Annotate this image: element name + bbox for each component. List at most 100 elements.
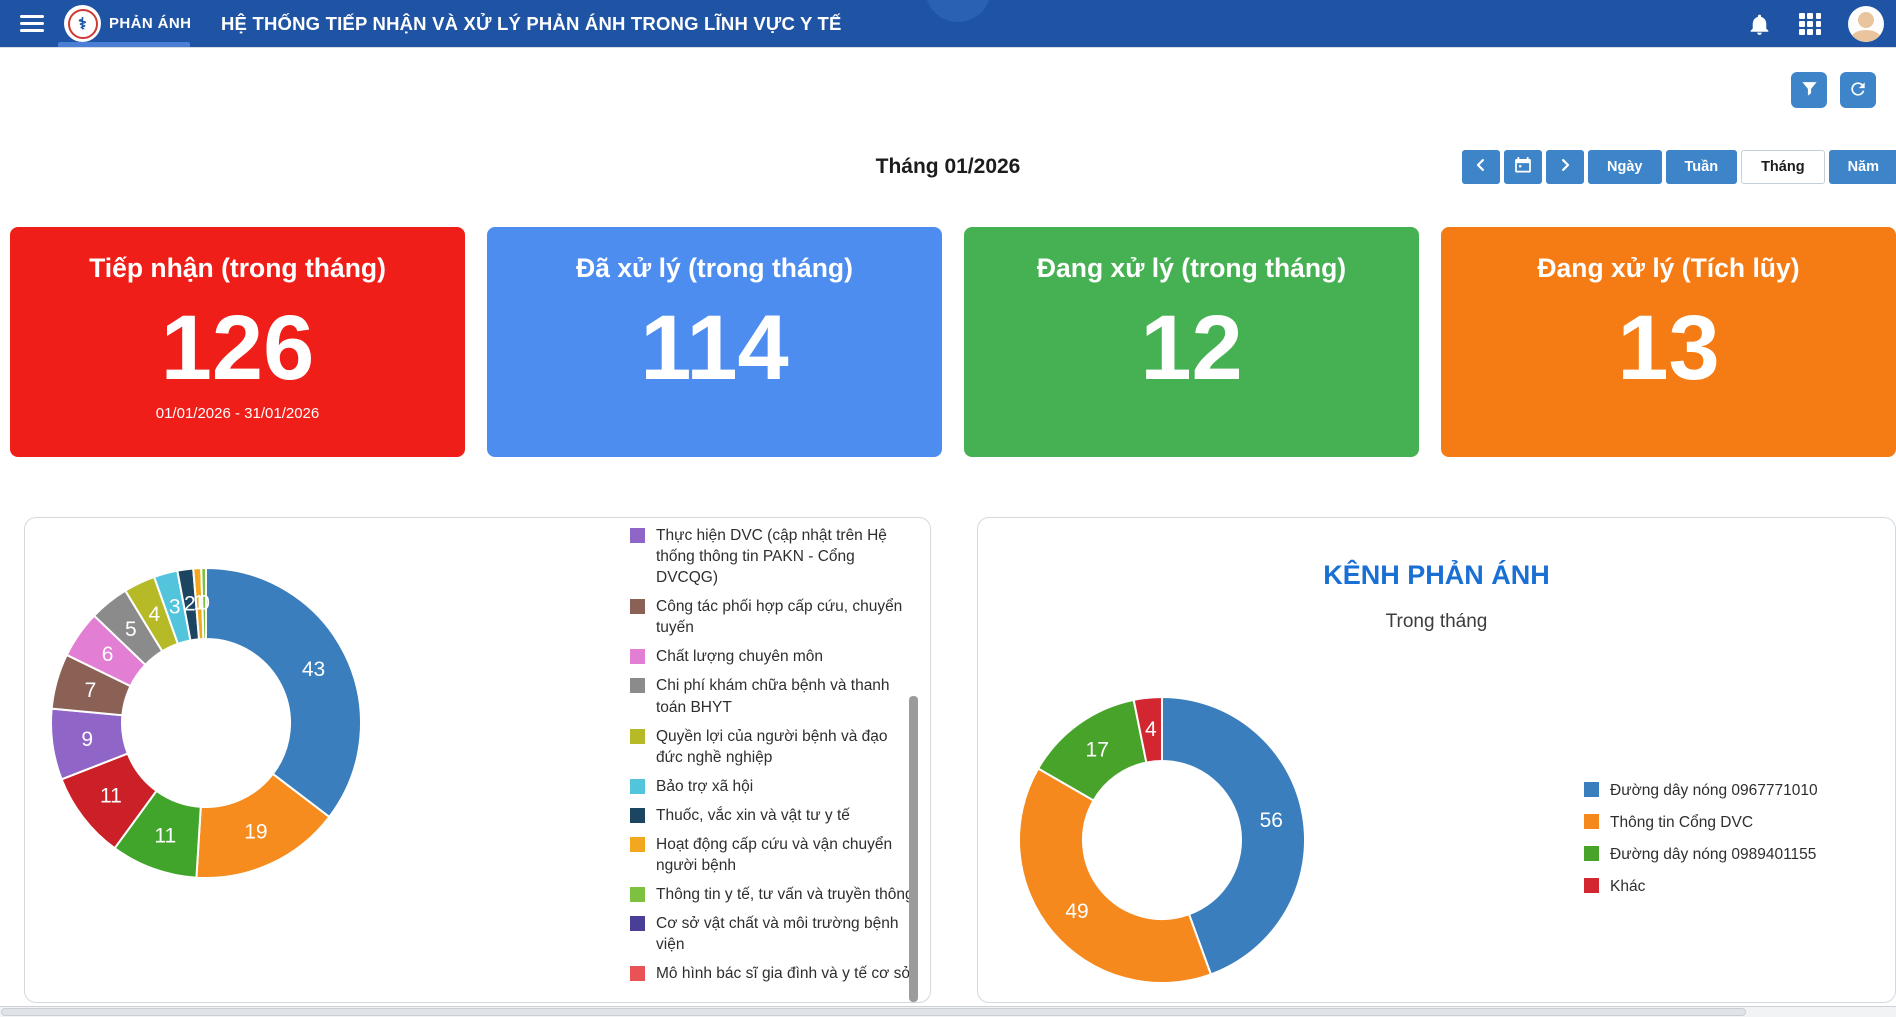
pie-slice-label: 11 [154,824,176,847]
pie-slice-label: 19 [244,821,267,844]
legend-item[interactable]: Thuốc, vắc xin và vật tư y tế [630,805,918,826]
legend-swatch-icon [630,916,645,931]
period-mode-button[interactable]: Ngày [1588,150,1661,184]
pie-slice-label: 9 [81,728,93,751]
avatar[interactable] [1848,6,1884,42]
legend-item[interactable]: Thông tin y tế, tư vấn và truyền thông [630,884,918,905]
legend-item[interactable]: Cơ sở vật chất và môi trường bệnh viện [630,913,918,955]
legend-item[interactable]: Đường dây nóng 0989401155 [1584,844,1818,865]
legend-label: Thuốc, vắc xin và vật tư y tế [656,805,850,826]
pie-slice-label: 11 [100,785,122,808]
pie-slice-label: 43 [302,658,325,681]
pie-slice-label: 3 [169,596,181,619]
pie-slice-label: 4 [149,603,161,626]
legend-swatch-icon [630,729,645,744]
bell-icon[interactable] [1747,12,1772,37]
legend-label: Chi phí khám chữa bệnh và thanh toán BHY… [656,675,918,717]
legend-item[interactable]: Chất lượng chuyên môn [630,646,918,667]
stat-cards-row: Tiếp nhận (trong tháng) 126 01/01/2026 - 3… [10,227,1896,457]
legend-swatch-icon [1584,878,1599,893]
refresh-icon [1848,79,1868,102]
stat-card-title: Đã xử lý (trong tháng) [487,253,942,284]
stat-card-subtitle: 01/01/2026 - 31/01/2026 [10,405,465,423]
legend-swatch-icon [630,808,645,823]
legend-swatch-icon [1584,846,1599,861]
channel-chart-card: KÊNH PHẢN ÁNH Trong tháng 5649174 Đường … [977,517,1896,1003]
legend-swatch-icon [630,649,645,664]
app-title: HỆ THỐNG TIẾP NHẬN VÀ XỬ LÝ PHẢN ÁNH TRO… [221,0,842,48]
horizontal-scrollbar-thumb[interactable] [1,1008,1746,1016]
toolbar [1791,72,1876,108]
pie-slice-label: 7 [85,679,97,702]
legend-swatch-icon [1584,814,1599,829]
stat-card-title: Tiếp nhận (trong tháng) [10,253,465,284]
pie-slice-label: 6 [102,643,114,666]
period-next-button[interactable] [1546,150,1584,184]
legend-label: Đường dây nóng 0967771010 [1610,780,1818,801]
pie-slice-label: 17 [1086,738,1109,761]
refresh-button[interactable] [1840,72,1876,108]
legend-label: Thông tin Cổng DVC [1610,812,1753,833]
legend-label: Thông tin y tế, tư vấn và truyền thông [656,884,914,905]
stat-card-title: Đang xử lý (trong tháng) [964,253,1419,284]
chart-subtitle: Trong tháng [978,611,1895,633]
brand-name: PHẢN ÁNH [109,15,191,32]
legend-scrollbar[interactable] [909,696,918,1002]
chevron-left-icon [1472,156,1490,178]
stat-card: Tiếp nhận (trong tháng) 126 01/01/2026 - 3… [10,227,465,457]
channel-donut-chart[interactable]: 5649174 [1012,690,1312,990]
legend-label: Bảo trợ xã hội [656,776,753,797]
apps-grid-icon[interactable] [1799,13,1821,35]
legend-item[interactable]: Mô hình bác sĩ gia đình và y tế cơ sở [630,963,918,984]
legend-item[interactable]: Chi phí khám chữa bệnh và thanh toán BHY… [630,675,918,717]
menu-icon[interactable] [20,15,44,37]
filter-button[interactable] [1791,72,1827,108]
stat-card-subtitle [1441,405,1896,423]
brand[interactable]: ⚕ PHẢN ÁNH [64,5,191,42]
stat-card: Đang xử lý (Tích lũy)13 [1441,227,1896,457]
legend-item[interactable]: Bảo trợ xã hội [630,776,918,797]
navbar-decor-circle [925,0,991,22]
pie-slice-label: 4 [1145,718,1157,741]
legend-item[interactable]: Công tác phối hợp cấp cứu, chuyển tuyến [630,596,918,638]
legend-swatch-icon [630,887,645,902]
period-mode-button[interactable]: Tháng [1741,150,1825,184]
legend-item[interactable]: Khác [1584,876,1818,897]
pie-slice-label: 49 [1065,900,1088,923]
legend-item[interactable]: Thực hiện DVC (cập nhật trên Hệ thống th… [630,525,918,588]
avatar-head [1858,12,1874,28]
chart-title: KÊNH PHẢN ÁNH [978,560,1895,591]
legend-item[interactable]: Thông tin Cổng DVC [1584,812,1818,833]
stat-card-subtitle [487,405,942,423]
avatar-shoulders [1850,30,1882,42]
stat-card-title: Đang xử lý (Tích lũy) [1441,253,1896,284]
legend-label: Khác [1610,876,1645,897]
legend-item[interactable]: Đường dây nóng 0967771010 [1584,780,1818,801]
period-mode-button[interactable]: Năm [1829,150,1896,184]
pie-slice[interactable] [206,568,361,817]
stat-card-value: 126 [10,302,465,394]
category-chart-legend: Thực hiện DVC (cập nhật trên Hệ thống th… [630,525,918,992]
pie-slice[interactable] [1019,769,1211,984]
category-chart-card: 43191111976543210 Thực hiện DVC (cập nhậ… [24,517,931,1003]
period-calendar-button[interactable] [1504,150,1542,184]
legend-item[interactable]: Hoạt động cấp cứu và vận chuyển người bệ… [630,834,918,876]
pie-slice-label: 5 [125,618,137,641]
ministry-health-logo-icon: ⚕ [64,5,101,42]
legend-label: Mô hình bác sĩ gia đình và y tế cơ sở [656,963,912,984]
legend-item[interactable]: Quyền lợi của người bệnh và đạo đức nghề… [630,726,918,768]
stat-card-value: 12 [964,302,1419,394]
legend-label: Quyền lợi của người bệnh và đạo đức nghề… [656,726,918,768]
period-mode-button[interactable]: Tuần [1666,150,1738,184]
calendar-icon [1514,156,1532,178]
top-navbar: ⚕ PHẢN ÁNH HỆ THỐNG TIẾP NHẬN VÀ XỬ LÝ P… [0,0,1896,48]
funnel-icon [1800,79,1819,101]
legend-swatch-icon [630,678,645,693]
period-prev-button[interactable] [1462,150,1500,184]
stat-card: Đang xử lý (trong tháng) 12 [964,227,1419,457]
channel-chart-legend: Đường dây nóng 0967771010 Thông tin Cổng … [1584,780,1818,908]
category-donut-chart[interactable]: 43191111976543210 [25,528,405,908]
chevron-right-icon [1556,156,1574,178]
horizontal-scrollbar[interactable] [0,1006,1896,1017]
legend-swatch-icon [630,966,645,981]
